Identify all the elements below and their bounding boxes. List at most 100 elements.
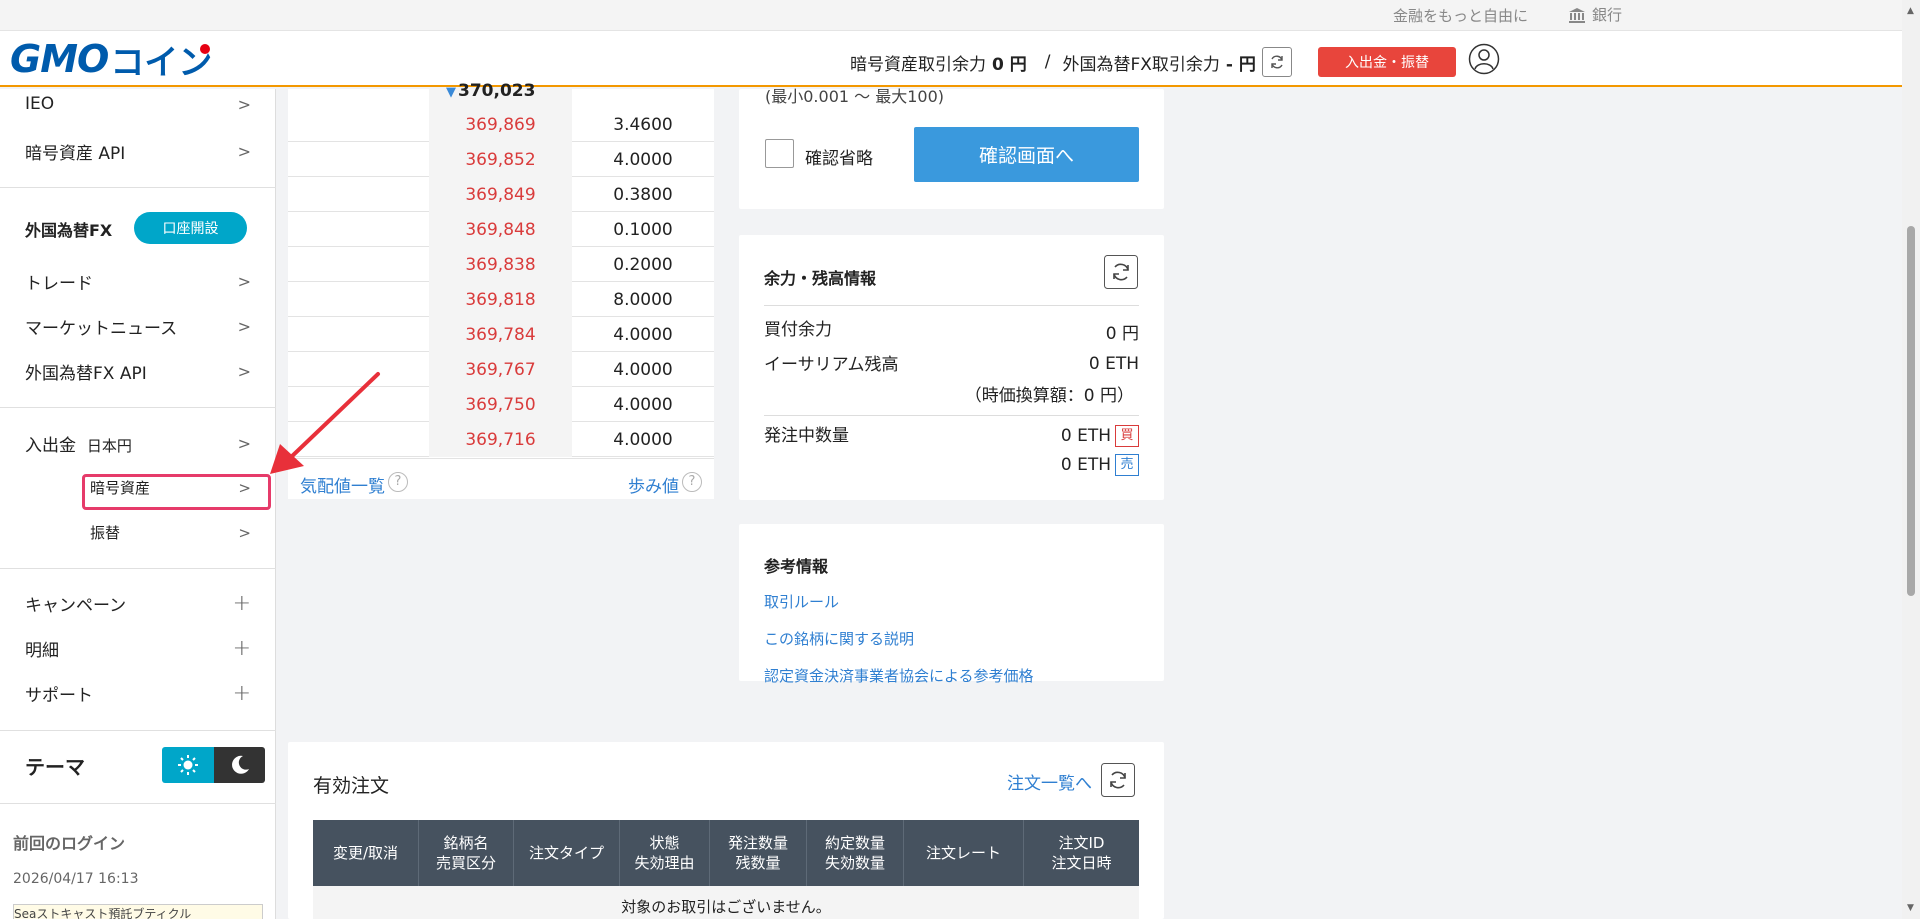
sidebar-item-transfer[interactable]: 振替 > <box>90 522 251 543</box>
skip-confirm-checkbox[interactable] <box>765 139 794 168</box>
bank-link[interactable]: 銀行 <box>1568 4 1622 25</box>
order-list-link[interactable]: 注文一覧へ <box>1007 769 1092 794</box>
moon-icon <box>231 755 249 774</box>
sidebar-item-crypto-api[interactable]: 暗号資産 API > <box>25 139 251 164</box>
skip-confirm-label: 確認省略 <box>805 149 873 169</box>
column-header: 状態 失効理由 <box>620 820 710 886</box>
balance-separator: / <box>1044 52 1051 72</box>
tick-history-link[interactable]: 歩み値? <box>628 472 702 497</box>
sidebar-item-support[interactable]: サポート + <box>25 681 251 706</box>
sidebar-divider <box>0 568 276 569</box>
order-book-row[interactable]: 369,838 0.2000 <box>288 247 714 282</box>
sidebar-divider <box>0 803 276 804</box>
asset-description-link[interactable]: この銘柄に関する説明 <box>764 628 914 649</box>
dark-theme-button[interactable] <box>214 747 265 783</box>
scroll-down-icon[interactable]: ▼ <box>1907 903 1914 913</box>
plus-icon: + <box>232 681 251 706</box>
active-orders-title: 有効注文 <box>313 775 390 797</box>
ask-quantity: 4.0000 <box>613 360 673 380</box>
balance-refresh-button[interactable] <box>1104 255 1138 289</box>
ask-price: 369,848 <box>465 220 536 240</box>
eth-yen-value: （時価換算額：0 円） <box>964 386 1134 406</box>
column-header: 変更/取消 <box>313 820 419 886</box>
ask-price: 369,838 <box>465 255 536 275</box>
ask-price: 369,716 <box>465 430 536 450</box>
header-refresh-button[interactable] <box>1261 47 1292 77</box>
order-book-row[interactable]: 369,784 4.0000 <box>288 317 714 352</box>
order-book-row[interactable]: 369,848 0.1000 <box>288 212 714 247</box>
ask-price: 369,784 <box>465 325 536 345</box>
ask-quantity: 0.1000 <box>613 220 673 240</box>
sun-icon <box>178 755 198 775</box>
down-arrow-icon: ▼ <box>446 85 456 100</box>
orders-refresh-button[interactable] <box>1101 763 1135 797</box>
pending-sell-value: 0 ETH <box>1060 455 1111 475</box>
sidebar-item-campaign[interactable]: キャンペーン + <box>25 591 251 616</box>
user-account-icon[interactable] <box>1468 43 1500 75</box>
ask-price: 369,767 <box>465 360 536 380</box>
pending-buy-value: 0 ETH <box>1060 426 1111 446</box>
header: GMO コイン 暗号資産取引余力 0 円 / 外国為替FX取引余力 - 円 入出… <box>0 31 1902 87</box>
order-book-row[interactable]: 369,818 8.0000 <box>288 282 714 317</box>
ask-quantity: 0.3800 <box>613 185 673 205</box>
active-orders-panel: 有効注文 注文一覧へ 変更/取消 銘柄名 売買区分 注文タイプ 状態 失効理由 … <box>288 742 1164 919</box>
order-book-row[interactable]: 369,852 4.0000 <box>288 142 714 177</box>
sidebar-item-label: キャンペーン <box>25 596 127 616</box>
mid-price: ▼ 370,023 <box>446 81 535 101</box>
sell-tag: 売 <box>1115 454 1139 476</box>
chevron-right-icon: > <box>237 362 251 381</box>
tick-history-label: 歩み値 <box>628 477 679 497</box>
column-header: 注文ID 注文日時 <box>1051 833 1112 872</box>
column-header: 注文タイプ <box>514 820 620 886</box>
light-theme-button[interactable] <box>162 747 214 783</box>
bank-label: 銀行 <box>1592 6 1623 24</box>
sidebar-banner[interactable]: Seaストキャスト預託ブティクル <box>13 904 263 919</box>
confirm-screen-button[interactable]: 確認画面へ <box>914 127 1139 182</box>
order-book-row[interactable]: 369,849 0.3800 <box>288 177 714 212</box>
sidebar-item-statement[interactable]: 明細 + <box>25 636 251 661</box>
deposit-label: 入出金 <box>25 436 76 456</box>
chevron-right-icon: > <box>237 94 251 114</box>
scrollbar-thumb[interactable] <box>1907 226 1915 596</box>
highlight-box <box>82 474 271 510</box>
ask-price: 369,818 <box>465 290 536 310</box>
sidebar-item-market-news[interactable]: マーケットニュース > <box>25 314 251 339</box>
balance-panel: 余力・残高情報 買付余力 0 円 イーサリアム残高 0 ETH （時価換算額：0… <box>739 235 1164 500</box>
no-orders-message: 対象のお取引はございません。 <box>313 886 1139 919</box>
ask-quantity: 3.4600 <box>613 115 673 135</box>
bank-icon <box>1569 7 1585 23</box>
ask-quantity: 4.0000 <box>613 325 673 345</box>
sidebar-item-label: サポート <box>25 686 93 706</box>
theme-label: テーマ <box>25 755 85 779</box>
scroll-up-icon[interactable]: ▲ <box>1907 6 1914 16</box>
order-book-row[interactable]: 369,869 3.4600 <box>288 107 714 142</box>
fx-section-title: 外国為替FX <box>25 221 113 240</box>
sidebar-divider <box>0 187 276 188</box>
plus-icon: + <box>232 636 251 661</box>
chevron-right-icon: > <box>237 434 251 453</box>
sidebar-item-trade[interactable]: トレード > <box>25 269 251 294</box>
sidebar-item-deposit-yen[interactable]: 入出金 日本円 > <box>25 431 251 456</box>
crypto-balance-value: 0 円 <box>992 54 1027 75</box>
help-icon[interactable]: ? <box>388 472 408 492</box>
help-icon[interactable]: ? <box>682 472 702 492</box>
ask-quantity: 8.0000 <box>613 290 673 310</box>
buy-tag: 買 <box>1115 425 1139 447</box>
open-account-button[interactable]: 口座開設 <box>134 212 247 244</box>
vertical-scrollbar[interactable]: ▲ ▼ <box>1902 0 1920 919</box>
sidebar-item-ieo[interactable]: IEO > <box>25 94 251 114</box>
deposit-transfer-button[interactable]: 入出金・振替 <box>1318 47 1456 77</box>
sidebar-item-label: 振替 <box>90 524 121 542</box>
ask-quantity: 4.0000 <box>613 395 673 415</box>
deposit-yen-label: 日本円 <box>86 437 132 455</box>
column-header: 約定数量 失効数量 <box>807 820 904 886</box>
reference-price-link[interactable]: 認定資金決済事業者協会による参考価格 <box>764 665 1034 686</box>
chevron-right-icon: > <box>238 523 251 542</box>
theme-toggle[interactable] <box>162 747 265 783</box>
sidebar-item-label: マーケットニュース <box>25 319 178 339</box>
trading-rules-link[interactable]: 取引ルール <box>764 591 839 612</box>
reference-panel: 参考情報 取引ルール この銘柄に関する説明 認定資金決済事業者協会による参考価格 <box>739 524 1164 685</box>
sidebar-item-fx-api[interactable]: 外国為替FX API > <box>25 359 251 384</box>
chevron-right-icon: > <box>237 317 251 336</box>
gmo-coin-logo[interactable]: GMO コイン <box>10 37 212 83</box>
